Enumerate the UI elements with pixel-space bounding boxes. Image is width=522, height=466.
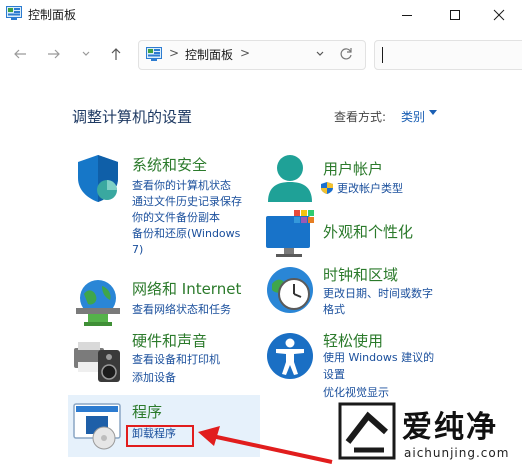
text-cursor: [382, 47, 383, 63]
annotation-arrow: [198, 426, 333, 464]
accessibility-icon: [267, 333, 313, 379]
breadcrumb-control-panel[interactable]: 控制面板: [185, 46, 233, 63]
breadcrumb-separator: >: [169, 46, 180, 60]
category-network-internet[interactable]: 网络和 Internet: [132, 278, 241, 299]
view-by-dropdown-arrow-icon[interactable]: [429, 110, 437, 115]
appearance-monitor-icon: [266, 210, 314, 257]
breadcrumb-chevron[interactable]: >: [240, 46, 250, 60]
refresh-icon: [340, 48, 352, 60]
arrow-up-icon: [111, 48, 121, 60]
back-button[interactable]: [8, 42, 32, 66]
link-file-history-cont[interactable]: 你的文件备份副本: [132, 210, 220, 226]
link-windows-recommended-settings[interactable]: 使用 Windows 建议的: [323, 350, 434, 366]
printer-speaker-icon: [74, 342, 120, 382]
annotation-highlight-box: [126, 425, 194, 447]
arrow-left-icon: [14, 49, 26, 59]
link-file-history[interactable]: 通过文件历史记录保存: [132, 194, 242, 210]
view-by-dropdown[interactable]: 类别: [401, 108, 425, 125]
control-panel-icon: [146, 47, 162, 61]
minimize-icon: [402, 15, 412, 16]
maximize-icon: [450, 10, 460, 20]
recent-locations-button[interactable]: [74, 42, 98, 66]
view-by-label: 查看方式:: [334, 110, 387, 124]
maximize-button[interactable]: [432, 0, 478, 30]
watermark-brand: 爱纯净: [402, 410, 498, 445]
category-system-security[interactable]: 系统和安全: [132, 154, 207, 175]
link-add-device[interactable]: 添加设备: [132, 370, 176, 386]
link-backup-restore-cont[interactable]: 7): [132, 242, 143, 258]
category-appearance[interactable]: 外观和个性化: [323, 221, 413, 242]
close-button[interactable]: [476, 0, 522, 30]
link-network-status[interactable]: 查看网络状态和任务: [132, 302, 231, 318]
shield-icon: [78, 155, 118, 202]
minimize-button[interactable]: [384, 0, 430, 30]
link-change-date-time-cont[interactable]: 格式: [323, 302, 345, 318]
category-user-accounts[interactable]: 用户帐户: [323, 158, 383, 179]
close-icon: [493, 9, 505, 21]
link-windows-recommended-settings-cont[interactable]: 设置: [323, 367, 345, 383]
link-view-computer-status[interactable]: 查看你的计算机状态: [132, 178, 231, 194]
clock-globe-icon: [267, 267, 313, 313]
refresh-button[interactable]: [334, 42, 358, 66]
arrow-right-icon: [48, 49, 60, 59]
search-input[interactable]: [374, 40, 522, 70]
address-history-button[interactable]: [308, 42, 332, 66]
chevron-down-icon: [82, 51, 90, 56]
control-panel-app-icon: [6, 6, 22, 20]
forward-button[interactable]: [42, 42, 66, 66]
category-ease-of-access[interactable]: 轻松使用: [323, 330, 383, 351]
watermark-url: aichunjing.com: [404, 446, 510, 460]
category-clock-region[interactable]: 时钟和区域: [323, 264, 398, 285]
page-heading: 调整计算机的设置: [72, 108, 193, 126]
category-hardware-sound[interactable]: 硬件和声音: [132, 330, 207, 351]
link-change-date-time[interactable]: 更改日期、时间或数字: [323, 286, 433, 302]
chevron-down-icon: [316, 51, 324, 56]
programs-icon: [73, 403, 121, 450]
category-programs[interactable]: 程序: [132, 401, 162, 422]
network-globe-icon: [76, 280, 120, 326]
link-change-account-type[interactable]: 更改帐户类型: [337, 181, 403, 197]
link-devices-printers[interactable]: 查看设备和打印机: [132, 352, 220, 368]
link-backup-restore[interactable]: 备份和还原(Windows: [132, 226, 240, 242]
up-button[interactable]: [104, 42, 128, 66]
user-account-icon: [268, 155, 312, 202]
uac-shield-icon: [321, 182, 333, 194]
watermark-logo: [338, 402, 396, 460]
window-title: 控制面板: [28, 8, 77, 22]
